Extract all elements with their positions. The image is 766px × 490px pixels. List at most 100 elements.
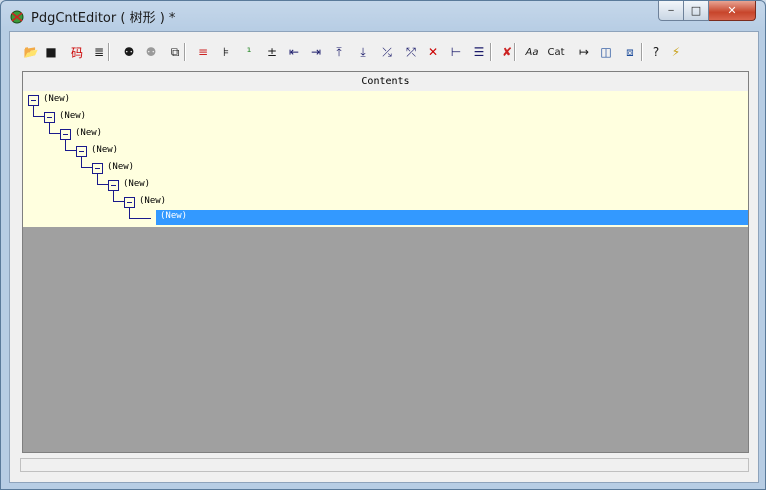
font-icon: Aa (525, 46, 539, 58)
toolbar-separator (108, 43, 110, 61)
title-bar[interactable]: PdgCntEditor ( 树形 ) * ‒ □ ✕ (1, 1, 765, 31)
open-button[interactable]: 📂 (22, 43, 40, 61)
magic-icon: ⚡ (671, 45, 681, 59)
tree-node-label: (New) (107, 162, 135, 172)
split-button[interactable]: ◫ (597, 43, 615, 61)
status-text (21, 466, 25, 477)
tree-view-button[interactable]: ⊢ (447, 43, 465, 61)
close-icon: ✕ (727, 4, 737, 17)
align-text-icon: ≡ (197, 45, 209, 59)
indent-right-button[interactable]: ⇥ (307, 43, 325, 61)
tree-connector (97, 174, 98, 184)
find-icon: ⚉ (123, 45, 135, 59)
tree-connector (129, 218, 151, 219)
client-area: 📂 ■ 码 ≣ ⚉ ⚉ ⧉ ≡ ⊧ ¹ ± ⇤ ⇥ ⤒ ⤓ ⤰ ⤱ ✕ ⊢ ☰ ✘ Aa Cat ↦ ◫ ⧈? ⚡ Contents… (9, 31, 759, 483)
collapse-icon[interactable] (124, 197, 135, 208)
contents-header[interactable]: Contents (23, 72, 748, 92)
insert-after-icon: ⤱ (406, 44, 416, 59)
tree-node-selected[interactable]: (New) (156, 210, 748, 225)
split-icon: ◫ (600, 45, 612, 59)
pdf-icon: ✘ (501, 45, 513, 59)
encoding-button[interactable]: 码 (68, 43, 86, 61)
insert-after-button[interactable]: ⤱ (402, 43, 420, 61)
save-icon: ■ (45, 45, 57, 59)
tree-connector (65, 150, 76, 151)
find-next-button[interactable]: ⚉ (142, 43, 160, 61)
find-next-icon: ⚉ (145, 45, 157, 59)
notepad-button[interactable]: ≣ (90, 43, 108, 61)
contents-tree-panel: Contents (New) (New) (New) (New) (New) (New)(… (22, 71, 749, 453)
magic-button[interactable]: ⚡ (667, 43, 685, 61)
toolbar: 📂 ■ 码 ≣ ⚉ ⚉ ⧉ ≡ ⊧ ¹ ± ⇤ ⇥ ⤒ ⤓ ⤰ ⤱ ✕ ⊢ ☰ ✘ Aa Cat ↦ ◫ ⧈? ⚡ (10, 32, 758, 70)
align-text-button[interactable]: ≡ (194, 43, 212, 61)
app-logo-icon (10, 10, 24, 24)
encoding-icon: 码 (70, 45, 83, 60)
tree-node-label: (New) (91, 145, 119, 155)
toolbar-separator (641, 43, 643, 61)
tree-node-label: (New) (160, 211, 188, 221)
tree-view-icon: ⊢ (450, 45, 462, 59)
insert-before-button[interactable]: ⤰ (378, 43, 396, 61)
collapse-icon[interactable] (92, 163, 103, 174)
indent-right-icon: ⇥ (310, 45, 322, 59)
list-indent-button[interactable]: ⊧ (217, 43, 235, 61)
tree-connector (113, 191, 114, 201)
collapse-icon[interactable] (28, 95, 39, 106)
save-button[interactable]: ■ (42, 43, 60, 61)
collapse-icon[interactable] (60, 129, 71, 140)
toolbar-separator (490, 43, 492, 61)
tree-node-label: (New) (123, 179, 151, 189)
close-button[interactable]: ✕ (709, 1, 756, 21)
font-button[interactable]: Aa (523, 43, 541, 61)
delete-icon: ✕ (427, 45, 439, 59)
replace-icon: ⧉ (170, 44, 180, 59)
minimize-button[interactable]: ‒ (658, 1, 684, 21)
open-icon: 📂 (23, 45, 39, 59)
page-number-button[interactable]: ¹ (240, 43, 258, 61)
tree-connector (113, 201, 124, 202)
tree-connector (49, 123, 50, 133)
tree-connector (49, 133, 60, 134)
collapse-icon[interactable] (76, 146, 87, 157)
delete-button[interactable]: ✕ (424, 43, 442, 61)
indent-left-button[interactable]: ⇤ (285, 43, 303, 61)
insert-before-icon: ⤰ (382, 44, 392, 59)
tree-node-label: (New) (59, 111, 87, 121)
help-button[interactable]: ? (647, 43, 665, 61)
preview-button[interactable]: ⧈ (621, 43, 639, 61)
help-icon: ? (652, 45, 660, 59)
plus-minus-button[interactable]: ± (263, 43, 281, 61)
move-down-button[interactable]: ⤓ (354, 43, 372, 61)
minimize-icon: ‒ (667, 5, 675, 16)
list-view-button[interactable]: ☰ (470, 43, 488, 61)
tree-connector (81, 167, 92, 168)
maximize-icon: □ (690, 4, 702, 17)
app-window: PdgCntEditor ( 树形 ) * ‒ □ ✕ 📂 ■ 码 ≣ ⚉ ⚉ ⧉ ≡ ⊧ ¹ ± ⇤… (0, 0, 766, 490)
notepad-icon: ≣ (93, 45, 105, 59)
replace-button[interactable]: ⧉ (166, 43, 184, 61)
collapse-icon[interactable] (44, 112, 55, 123)
move-down-icon: ⤓ (360, 44, 366, 59)
window-title: PdgCntEditor ( 树形 ) * (31, 11, 176, 26)
status-bar (20, 458, 749, 472)
tree-connector (81, 157, 82, 167)
tree-connector (129, 208, 130, 218)
move-up-button[interactable]: ⤒ (330, 43, 348, 61)
plus-minus-icon: ± (266, 45, 278, 59)
tree-connector (65, 140, 66, 150)
page-number-icon: ¹ (246, 45, 252, 59)
catalog-icon: Cat (547, 46, 565, 58)
find-button[interactable]: ⚉ (120, 43, 138, 61)
maximize-button[interactable]: □ (684, 1, 709, 21)
list-view-icon: ☰ (473, 45, 485, 59)
tree-view[interactable]: (New) (New) (New) (New) (New) (New) (New) (New) (23, 91, 748, 227)
collapse-icon[interactable] (108, 180, 119, 191)
tree-connector (33, 106, 34, 116)
list-indent-icon: ⊧ (222, 45, 230, 59)
link-button[interactable]: ↦ (575, 43, 593, 61)
catalog-button[interactable]: Cat (547, 43, 565, 61)
tree-node-label: (New) (139, 196, 167, 206)
link-icon: ↦ (578, 45, 590, 59)
toolbar-separator (184, 43, 186, 61)
tree-connector (33, 116, 44, 117)
